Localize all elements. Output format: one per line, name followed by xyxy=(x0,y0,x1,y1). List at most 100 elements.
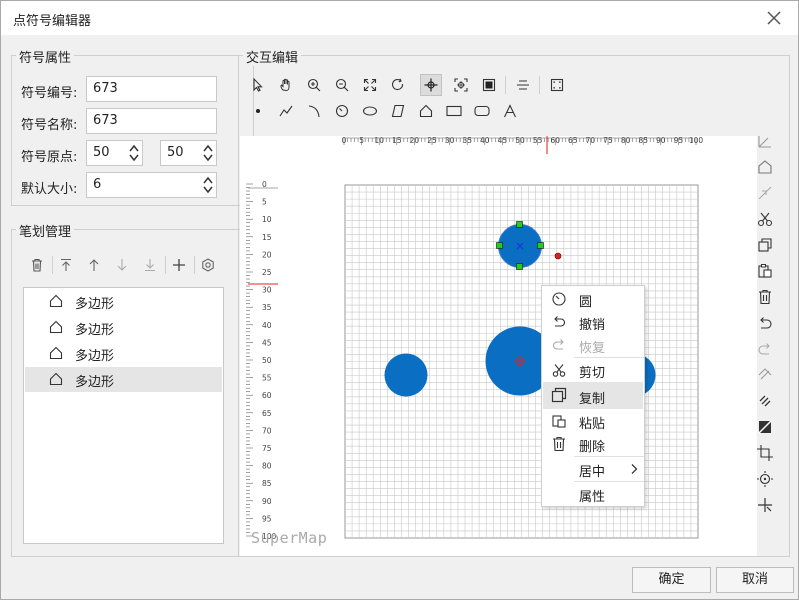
toolbar-separator xyxy=(194,256,195,274)
context-menu-item-properties[interactable]: 属性 xyxy=(543,482,643,506)
ruler-label: 10 xyxy=(374,136,384,145)
polygon-tool-button[interactable] xyxy=(415,100,437,122)
ruler-label: 5 xyxy=(262,198,267,207)
polygon-shape-left[interactable] xyxy=(384,353,428,397)
stroke-list[interactable]: 多边形 多边形 多边形 多边形 xyxy=(23,287,224,544)
list-item[interactable]: 多边形 xyxy=(25,315,222,340)
symbol-id-field[interactable]: 673 xyxy=(86,76,217,102)
origin-tool-button[interactable] xyxy=(420,74,442,96)
arrow-up-icon xyxy=(89,259,99,271)
list-item[interactable]: 多边形 xyxy=(25,341,222,366)
scissors-icon[interactable] xyxy=(756,210,774,228)
rounded-rect-tool-button[interactable] xyxy=(471,100,493,122)
parallelogram-tool-button[interactable] xyxy=(387,100,409,122)
point-tool-button[interactable] xyxy=(247,100,269,122)
text-a-icon xyxy=(504,104,516,118)
crop-icon[interactable] xyxy=(756,444,774,462)
ruler-label: 95 xyxy=(674,136,684,145)
trash-icon[interactable] xyxy=(756,288,774,306)
context-menu-item-paste[interactable]: 粘贴 xyxy=(543,409,643,433)
hatch-fill-icon[interactable] xyxy=(756,418,774,436)
link-icon[interactable] xyxy=(756,392,774,410)
center-icon[interactable] xyxy=(756,470,774,488)
list-item[interactable]: 多边形 xyxy=(25,367,222,392)
ruler-label: 80 xyxy=(262,462,272,471)
editor-canvas-svg[interactable]: 0 5 10 15 20 25 30 35 40 45 50 55 60 65 70 75 80 85 90 95 10… xyxy=(240,136,757,556)
vertical-ruler-ticks xyxy=(246,183,253,537)
add-stroke-button[interactable] xyxy=(168,254,190,276)
context-menu-item-cut[interactable]: 剪切 xyxy=(543,358,643,382)
reshape-icon[interactable] xyxy=(756,366,774,384)
context-menu-item-undo[interactable]: 撤销 xyxy=(543,310,643,334)
select-tool-button[interactable] xyxy=(247,74,269,96)
context-menu-item-copy[interactable]: 复制 xyxy=(543,382,643,409)
polyline-tool-button[interactable] xyxy=(275,100,297,122)
rectangle-tool-button[interactable] xyxy=(443,100,465,122)
full-extent-button[interactable] xyxy=(359,74,381,96)
filled-square-icon xyxy=(482,78,496,92)
undo-icon[interactable] xyxy=(756,314,774,332)
move-down-button[interactable] xyxy=(111,254,133,276)
origin-x-stepper[interactable]: 50 xyxy=(86,140,143,166)
context-menu-item-center[interactable]: 居中 xyxy=(543,457,643,481)
close-icon[interactable] xyxy=(765,9,783,27)
spin-arrows-icon[interactable] xyxy=(202,143,214,163)
drawing-canvas[interactable]: 0 5 10 15 20 25 30 35 40 45 50 55 60 65 70 75 80 85 90 95 10… xyxy=(240,136,757,556)
ok-button[interactable]: 确定 xyxy=(632,567,711,593)
origin-y-stepper[interactable]: 50 xyxy=(160,140,217,166)
selection-handle[interactable] xyxy=(516,221,523,228)
paste-icon[interactable] xyxy=(756,262,774,280)
redo-icon[interactable] xyxy=(756,340,774,358)
ruler-label: 50 xyxy=(515,136,525,145)
zoom-out-button[interactable] xyxy=(331,74,353,96)
snap-button[interactable] xyxy=(450,74,472,96)
circle-tool-button[interactable] xyxy=(331,100,353,122)
ruler-label: 90 xyxy=(262,497,272,506)
symbol-name-field[interactable]: 673 xyxy=(86,108,217,134)
symbol-properties-title: 符号属性 xyxy=(16,47,75,66)
spin-arrows-icon[interactable] xyxy=(128,143,140,163)
polygon-edit-icon[interactable] xyxy=(756,158,774,176)
context-menu: 圆 撤销 恢复 剪切 复制 粘贴 删除 居中 属性 xyxy=(541,285,645,507)
selection-handle[interactable] xyxy=(496,242,503,249)
dot-icon xyxy=(256,109,260,113)
arc-tool-button[interactable] xyxy=(303,100,325,122)
polyline-icon xyxy=(279,105,293,117)
fit-button[interactable] xyxy=(546,74,568,96)
context-menu-item-circle[interactable]: 圆 xyxy=(543,287,643,311)
ruler-label: 20 xyxy=(262,250,272,259)
ruler-label: 100 xyxy=(689,136,704,145)
list-item[interactable]: 多边形 xyxy=(25,289,222,314)
split-line-icon[interactable] xyxy=(756,184,774,202)
zoom-in-button[interactable] xyxy=(303,74,325,96)
default-size-stepper[interactable]: 6 xyxy=(86,172,217,198)
fill-button[interactable] xyxy=(478,74,500,96)
selection-handle[interactable] xyxy=(516,263,523,270)
cancel-button[interactable]: 取消 xyxy=(716,567,794,593)
context-menu-item-delete[interactable]: 删除 xyxy=(543,432,643,456)
interactive-editing-title: 交互编辑 xyxy=(243,47,302,66)
origin-y-value: 50 xyxy=(167,145,184,160)
spin-arrows-icon[interactable] xyxy=(202,175,214,195)
polygon-icon xyxy=(49,294,63,308)
move-up-button[interactable] xyxy=(83,254,105,276)
stroke-settings-button[interactable] xyxy=(197,254,219,276)
ruler-label: 25 xyxy=(427,136,437,145)
refresh-button[interactable] xyxy=(387,74,409,96)
context-menu-item-redo[interactable]: 恢复 xyxy=(543,333,643,357)
delete-stroke-button[interactable] xyxy=(26,254,48,276)
text-tool-button[interactable] xyxy=(499,100,521,122)
copy-icon[interactable] xyxy=(756,236,774,254)
move-bottom-button[interactable] xyxy=(139,254,161,276)
align-button[interactable] xyxy=(512,74,534,96)
ellipse-tool-button[interactable] xyxy=(359,100,381,122)
pan-tool-button[interactable] xyxy=(275,74,297,96)
add-point-icon[interactable] xyxy=(756,496,774,514)
edit-node-icon[interactable] xyxy=(756,132,774,150)
ruler-label: 25 xyxy=(262,268,272,277)
rotation-handle[interactable] xyxy=(554,252,562,260)
selection-handle[interactable] xyxy=(537,242,544,249)
symbol-origin-label: 符号原点: xyxy=(21,150,78,165)
move-top-button[interactable] xyxy=(55,254,77,276)
ruler-label: 95 xyxy=(262,514,272,523)
